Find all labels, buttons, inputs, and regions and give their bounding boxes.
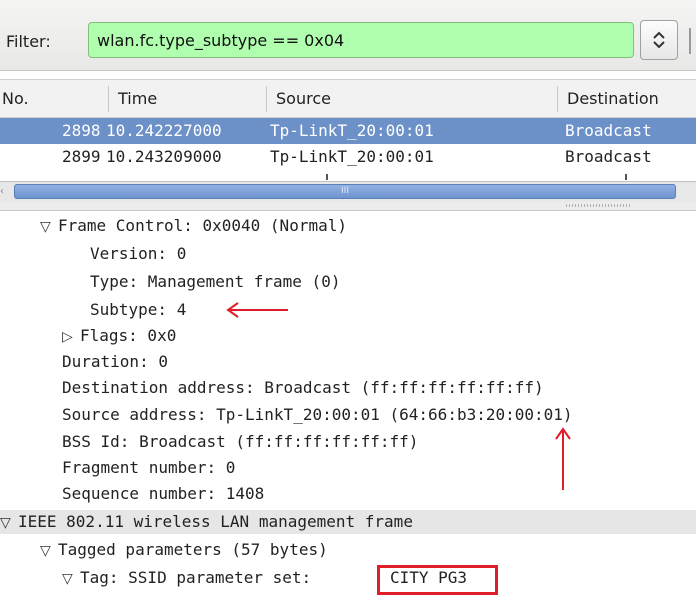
display-filter-input[interactable] (88, 22, 634, 58)
filter-toolbar: Filter: (0, 0, 696, 71)
toolbar-edge (689, 28, 691, 54)
scroll-left-icon[interactable]: ‹ (0, 182, 8, 202)
tree-item-label: IEEE 802.11 wireless LAN management fram… (18, 512, 413, 531)
tree-item-flags[interactable]: ▷ Flags: 0x0 (0, 324, 696, 348)
tree-item-sequence-number[interactable]: Sequence number: 1408 (0, 482, 696, 506)
splitter-grip-icon[interactable] (566, 204, 632, 207)
pane-splitter[interactable] (0, 202, 696, 211)
expanded-triangle-icon[interactable]: ▽ (40, 215, 58, 239)
tree-item-label: Destination address: Broadcast (ff:ff:ff… (62, 378, 544, 397)
tree-item-management-frame[interactable]: ▽ IEEE 802.11 wireless LAN management fra… (0, 510, 696, 534)
annotation-highlight-box (377, 565, 498, 595)
expanded-triangle-icon[interactable]: ▽ (62, 567, 80, 591)
packet-row[interactable]: 2899 10.243209000 Tp-LinkT_20:00:01 Broa… (0, 144, 696, 170)
tree-item-label: Tag: SSID parameter set: (80, 568, 312, 587)
tree-item-frame-control[interactable]: ▽ Frame Control: 0x0040 (Normal) (0, 214, 696, 238)
tree-item-source-address[interactable]: Source address: Tp-LinkT_20:00:01 (64:66… (0, 403, 696, 427)
packet-no: 2899 (62, 147, 101, 166)
tree-item-label: Frame Control: 0x0040 (Normal) (58, 216, 347, 235)
tree-item-label: Subtype: 4 (90, 300, 187, 319)
column-divider[interactable] (557, 86, 558, 112)
packet-list-header: No. Time Source Destination (0, 79, 696, 118)
column-header-source[interactable]: Source (270, 80, 550, 117)
expanded-triangle-icon[interactable]: ▽ (40, 539, 58, 563)
tree-item-bss-id[interactable]: BSS Id: Broadcast (ff:ff:ff:ff:ff:ff) (0, 430, 696, 454)
tree-item-label: Fragment number: 0 (62, 458, 236, 477)
collapsed-triangle-icon[interactable]: ▷ (62, 325, 80, 349)
tree-item-label: Source address: Tp-LinkT_20:00:01 (64:66… (62, 405, 573, 424)
expanded-triangle-icon[interactable]: ▽ (0, 511, 18, 535)
tree-item-type[interactable]: Type: Management frame (0) (0, 270, 696, 294)
packet-time: 10.243209000 (106, 147, 222, 166)
tree-item-label: Sequence number: 1408 (62, 484, 265, 503)
filter-history-dropdown-button[interactable] (640, 20, 678, 60)
tree-item-duration[interactable]: Duration: 0 (0, 350, 696, 374)
packet-row-selected[interactable]: 2898 10.242227000 Tp-LinkT_20:00:01 Broa… (0, 118, 696, 144)
annotation-arrow-left-icon (226, 302, 288, 318)
tree-item-label: Duration: 0 (62, 352, 168, 371)
tree-item-label: Flags: 0x0 (80, 326, 177, 345)
tree-item-label: Tagged parameters (57 bytes) (58, 540, 328, 559)
packet-time: 10.242227000 (106, 121, 222, 140)
tree-item-subtype[interactable]: Subtype: 4 (0, 298, 696, 322)
packet-source: Tp-LinkT_20:00:01 (270, 147, 434, 166)
column-header-destination[interactable]: Destination (561, 80, 696, 117)
tree-item-fragment-number[interactable]: Fragment number: 0 (0, 456, 696, 480)
tree-item-label: Type: Management frame (0) (90, 272, 341, 291)
packet-row-partial[interactable] (0, 170, 696, 180)
tree-item-label: Version: 0 (90, 244, 187, 263)
tree-item-destination-address[interactable]: Destination address: Broadcast (ff:ff:ff… (0, 376, 696, 400)
packet-destination: Broadcast (565, 121, 652, 140)
tree-item-label: BSS Id: Broadcast (ff:ff:ff:ff:ff:ff) (62, 432, 419, 451)
packet-destination: Broadcast (565, 147, 652, 166)
tree-item-version[interactable]: Version: 0 (0, 242, 696, 266)
filter-label: Filter: (6, 32, 51, 51)
chevron-updown-icon (653, 31, 665, 49)
column-header-no[interactable]: No. (0, 80, 108, 117)
packet-no: 2898 (62, 121, 101, 140)
column-divider[interactable] (108, 86, 109, 112)
packet-list-horizontal-scrollbar[interactable]: ‹ III (0, 181, 696, 202)
tree-item-tagged-parameters[interactable]: ▽ Tagged parameters (57 bytes) (0, 538, 696, 562)
column-header-time[interactable]: Time (112, 80, 262, 117)
scrollbar-thumb[interactable]: III (14, 184, 676, 199)
annotation-arrow-up-icon (555, 427, 571, 490)
packet-source: Tp-LinkT_20:00:01 (270, 121, 434, 140)
column-divider[interactable] (266, 86, 267, 112)
tree-item-ssid-tag[interactable]: ▽ Tag: SSID parameter set: CITY PG3 (0, 566, 696, 590)
